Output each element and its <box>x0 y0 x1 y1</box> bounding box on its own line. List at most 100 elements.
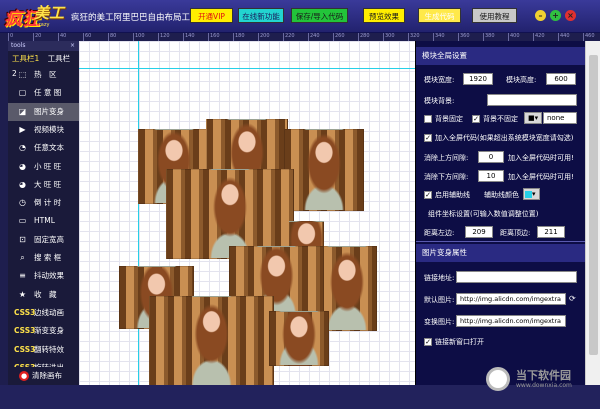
video-icon: ▶ <box>19 124 26 134</box>
image-props-title: 图片变身属性 <box>416 244 586 262</box>
guides-checkbox[interactable]: ✓ <box>424 191 432 199</box>
image-swap-component[interactable] <box>149 296 274 385</box>
sidebar-item[interactable]: ◕ 小 旺 旺 <box>8 158 79 176</box>
sidebar-item-label: 视频模块 <box>34 124 64 134</box>
ruler-tick-label: 0 <box>10 33 14 39</box>
new-window-checkbox[interactable]: ✓ <box>424 338 432 346</box>
tab-toolbar-1[interactable]: 工具栏1 <box>12 54 39 63</box>
tools-header: tools × <box>8 41 79 51</box>
top-gap-input[interactable]: 0 <box>478 151 504 163</box>
ruler-tick-label: 20 <box>35 33 42 39</box>
ruler-tick-label: 40 <box>60 33 67 39</box>
ruler-tick <box>333 33 334 41</box>
sidebar-item[interactable]: ◪ 图片变身 <box>8 102 79 121</box>
text-bubble-icon: ◔ <box>19 143 26 153</box>
link-input[interactable] <box>456 271 577 283</box>
ruler-tick <box>483 33 484 41</box>
ruler-tick <box>33 33 34 41</box>
sidebar-item[interactable]: ⊡ 固定宽高 <box>8 231 79 249</box>
bg-unfixed-checkbox[interactable]: ✓ <box>472 115 480 123</box>
image-swap-component[interactable] <box>284 129 364 211</box>
sidebar-item[interactable]: ≡ 抖动效果 <box>8 267 79 285</box>
tutorial-button[interactable]: 使用教程 <box>472 8 517 23</box>
ruler-tick <box>458 33 459 41</box>
clear-canvas-label: 清除画布 <box>32 371 62 380</box>
ruler-tick-label: 60 <box>85 33 92 39</box>
sidebar-item[interactable]: ◕ 大 旺 旺 <box>8 176 79 194</box>
tools-tabs: 工具栏1 工具栏2 <box>8 51 79 78</box>
module-height-input[interactable]: 600 <box>546 73 576 85</box>
ruler-tick-label: 260 <box>335 33 345 39</box>
ruler-tick-label: 200 <box>260 33 270 39</box>
scrollbar-thumb[interactable] <box>589 55 598 355</box>
ruler-tick <box>408 33 409 41</box>
bg-repeat-input[interactable]: none <box>543 112 577 124</box>
sidebar-item[interactable]: ★ 收 藏 <box>8 286 79 304</box>
ruler-tick-label: 100 <box>135 33 145 39</box>
design-canvas[interactable] <box>79 41 415 385</box>
sidebar-item[interactable]: ◷ 倒 计 时 <box>8 194 79 212</box>
guide-line-vertical[interactable] <box>138 41 139 385</box>
module-height-label: 模块高度: <box>506 76 537 84</box>
ruler-tick <box>258 33 259 41</box>
css3-badge-icon: CSS3 <box>14 326 36 336</box>
bottom-gap-hint: 加入全屏代码时可用! <box>508 173 574 181</box>
ruler-tick-label: 400 <box>510 33 520 39</box>
maximize-button[interactable]: + <box>550 10 561 21</box>
ruler-tick <box>558 33 559 41</box>
module-bg-input[interactable] <box>487 94 577 106</box>
sidebar-item-label: 边线动画 <box>34 307 64 317</box>
clock-icon: ◷ <box>19 198 26 208</box>
sidebar-item[interactable]: ⬚ 热 区 <box>8 66 79 84</box>
top-offset-label: 距离顶边: <box>500 229 531 237</box>
watermark: 当下软件园 www.downxia.com <box>486 365 598 395</box>
bottom-gap-input[interactable]: 10 <box>478 170 504 182</box>
ruler-tick-label: 320 <box>410 33 420 39</box>
clear-canvas-button[interactable]: ● 清除画布 <box>8 367 79 385</box>
bg-fixed-checkbox[interactable] <box>424 115 432 123</box>
new-features-button[interactable]: 在线新功能 <box>238 8 284 23</box>
swap-image-label: 变换图片: <box>424 318 455 326</box>
sidebar-item[interactable]: CSS3 边线动画 <box>8 304 79 322</box>
preview-button[interactable]: 预览效果 <box>363 8 405 23</box>
sidebar-item[interactable]: CSS3 翻转特效 <box>8 341 79 359</box>
sidebar-item[interactable]: ⌕ 搜 索 框 <box>8 249 79 267</box>
sidebar-item[interactable]: ▶ 视频模块 <box>8 121 79 139</box>
sidebar-item[interactable]: CSS3 渐变变身 <box>8 322 79 340</box>
fullscreen-checkbox[interactable]: ✓ <box>424 134 432 142</box>
image-frame-icon: ▢ <box>18 88 27 98</box>
swap-image-input[interactable]: http://img.alicdn.com/imgextra <box>456 315 566 327</box>
tools-close-icon[interactable]: × <box>70 41 75 51</box>
image-swap-component[interactable] <box>269 311 329 366</box>
ruler-tick <box>183 33 184 41</box>
minimize-button[interactable]: – <box>535 10 546 21</box>
logo-accent: 美工 <box>34 4 65 22</box>
refresh-icon[interactable]: ⟳ <box>569 294 576 303</box>
save-import-code-button[interactable]: 保存/导入代码 <box>291 8 348 23</box>
star-icon: ★ <box>18 289 27 299</box>
sidebar-item-label: 收 藏 <box>34 289 57 299</box>
ruler-tick <box>508 33 509 41</box>
module-width-input[interactable]: 1920 <box>463 73 493 85</box>
image-swap-icon: ◪ <box>18 106 27 116</box>
left-offset-input[interactable]: 209 <box>465 226 493 238</box>
sidebar-item[interactable]: ▭ HTML <box>8 212 79 230</box>
vertical-scrollbar[interactable] <box>585 41 600 385</box>
close-button[interactable]: × <box>565 10 576 21</box>
ruler-tick-label: 240 <box>310 33 320 39</box>
ruler-tick <box>233 33 234 41</box>
sidebar-item[interactable]: ◔ 任意文本 <box>8 139 79 157</box>
guide-line-horizontal[interactable] <box>79 68 415 69</box>
sidebar-item-label: 大 旺 旺 <box>34 179 62 189</box>
default-image-input[interactable]: http://img.alicdn.com/imgextra <box>456 293 566 305</box>
bg-color-picker[interactable]: ■▾ <box>524 112 542 124</box>
link-label: 链接地址: <box>424 274 455 282</box>
sidebar-item[interactable]: ▢ 任 意 图 <box>8 84 79 102</box>
guide-color-picker[interactable]: ▾ <box>523 188 540 200</box>
guide-color-label: 辅助线颜色 <box>484 191 519 199</box>
watermark-name: 当下软件园 <box>516 369 571 382</box>
top-offset-input[interactable]: 211 <box>537 226 565 238</box>
sidebar-item-label: 固定宽高 <box>34 234 64 244</box>
generate-code-button[interactable]: 生成代码 <box>418 8 461 23</box>
vip-button[interactable]: 开通VIP <box>190 8 233 23</box>
